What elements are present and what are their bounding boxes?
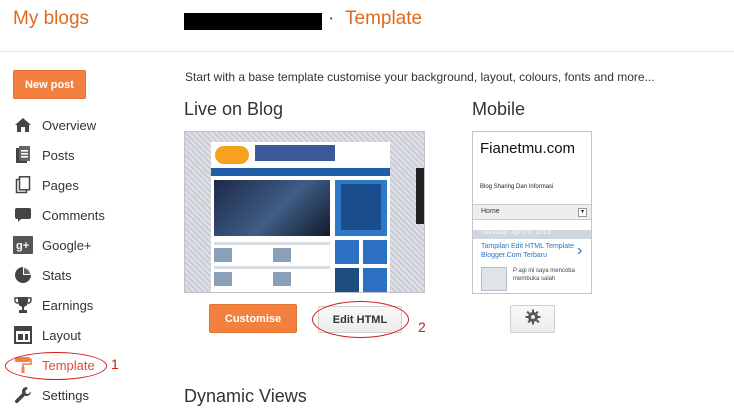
comment-icon	[13, 205, 33, 225]
sidebar-item-label: Comments	[42, 207, 105, 223]
mobile-site-title: Fianetmu.com	[480, 140, 576, 157]
preview-slideshow	[214, 180, 330, 236]
preview-side-banner	[335, 180, 387, 236]
svg-text:g+: g+	[16, 240, 29, 252]
sidebar-item-settings[interactable]: Settings	[13, 382, 163, 408]
mobile-preview[interactable]: Fianetmu.com Blog Sharing Dan Informasi …	[472, 131, 592, 294]
new-post-button[interactable]: New post	[13, 70, 86, 99]
sidebar-item-label: Posts	[42, 147, 75, 163]
preview-text-row	[214, 242, 330, 245]
sidebar-item-label: Pages	[42, 177, 79, 193]
sidebar-item-label: Layout	[42, 327, 82, 343]
sidebar-item-comments[interactable]: Comments	[13, 202, 163, 228]
preview-page	[211, 142, 390, 292]
preview-facebook-box	[255, 145, 335, 161]
sidebar-item-posts[interactable]: Posts	[13, 142, 163, 168]
preview-thumb-image	[273, 272, 291, 286]
sidebar-item-pages[interactable]: Pages	[13, 172, 163, 198]
mobile-date-bar: Tuesday, April 9, 2013	[473, 230, 591, 239]
preview-side-tile	[363, 268, 387, 292]
customise-button[interactable]: Customise	[209, 304, 297, 333]
preview-side-tile	[335, 268, 359, 292]
pie-chart-icon	[13, 265, 33, 285]
page-title: Template	[345, 8, 423, 29]
intro-text: Start with a base template customise you…	[185, 70, 655, 84]
preview-navbar	[211, 168, 390, 176]
preview-text-row	[214, 266, 330, 269]
mobile-menu-label: Home	[481, 208, 500, 215]
preview-logo	[215, 146, 249, 164]
posts-icon	[13, 145, 33, 165]
preview-share-bar	[416, 168, 424, 224]
layout-icon	[13, 325, 33, 345]
wrench-icon	[13, 385, 33, 405]
sidebar-item-google-plus[interactable]: g+ Google+	[13, 232, 163, 258]
preview-side-banner-inner	[341, 184, 381, 230]
breadcrumb-separator: ·	[328, 8, 335, 29]
preview-thumb-image	[273, 248, 291, 262]
sidebar-item-label: Settings	[42, 387, 89, 403]
sidebar-item-label: Overview	[42, 117, 97, 133]
live-on-blog-heading: Live on Blog	[184, 99, 284, 119]
mobile-post-date: Tuesday, April 9, 2013	[481, 230, 552, 236]
dynamic-views-heading: Dynamic Views	[184, 386, 307, 406]
mobile-heading: Mobile	[472, 99, 526, 119]
blog-name-redacted[interactable]	[184, 13, 322, 30]
mobile-post-excerpt: P agi ini saya mencoba membuka salah	[513, 268, 575, 282]
preview-side-tile	[363, 240, 387, 264]
preview-thumb-image	[214, 248, 232, 262]
my-blogs-link[interactable]: My blogs	[13, 8, 89, 30]
preview-side-tile	[335, 240, 359, 264]
sidebar-item-label: Google+	[42, 237, 92, 253]
google-plus-icon: g+	[13, 235, 33, 255]
mobile-post-thumbnail	[481, 267, 507, 291]
mobile-tagline: Blog Sharing Dan Informasi	[480, 184, 554, 190]
chevron-down-icon: ▾	[578, 208, 587, 217]
mobile-menu-bar: Home ▾	[473, 204, 591, 220]
chevron-right-icon: ›	[577, 242, 583, 259]
mobile-post-title: Tampilan Edit HTML Template Blogger.Com …	[481, 243, 574, 259]
live-blog-preview[interactable]	[184, 131, 425, 293]
sidebar-item-earnings[interactable]: Earnings	[13, 292, 163, 318]
annotation-number-2: 2	[418, 319, 426, 335]
sidebar-item-layout[interactable]: Layout	[13, 322, 163, 348]
pages-icon	[13, 175, 33, 195]
annotation-number-1: 1	[111, 356, 119, 372]
top-header: My blogs · Template	[0, 0, 734, 52]
mobile-settings-button[interactable]	[510, 305, 555, 333]
annotation-circle-edit-html	[312, 301, 409, 338]
sidebar-item-stats[interactable]: Stats	[13, 262, 163, 288]
gear-icon	[525, 309, 541, 330]
preview-banner	[211, 142, 390, 168]
sidebar-item-overview[interactable]: Overview	[13, 112, 163, 138]
annotation-circle-template	[5, 352, 107, 380]
sidebar-item-label: Stats	[42, 267, 72, 283]
trophy-icon	[13, 295, 33, 315]
home-icon	[13, 115, 33, 135]
preview-thumb-image	[214, 272, 232, 286]
sidebar-item-label: Earnings	[42, 297, 94, 313]
